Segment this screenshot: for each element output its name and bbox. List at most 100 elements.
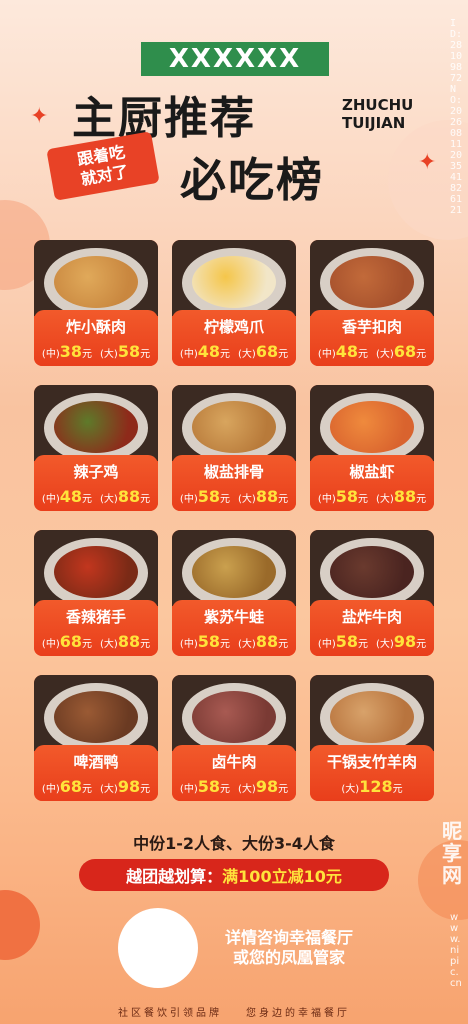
page-title: 主厨推荐 [72, 93, 256, 144]
dish-name: 紫苏牛蛙 [203, 608, 264, 626]
sparkle-icon: ✦ [30, 104, 49, 129]
price-mid: 68 [59, 777, 82, 796]
size-label-mid: (中) [41, 349, 60, 360]
price-unit: 元 [278, 494, 289, 505]
dish-card: 香芋扣肉 (中)48元 (大)68元 [310, 240, 434, 366]
size-label-large: (大) [341, 784, 360, 795]
dish-info: 椒盐排骨 (中)58元 (大)88元 [172, 455, 296, 511]
qr-code-placeholder [118, 908, 198, 988]
size-label-large: (大) [376, 494, 394, 505]
dish-card: 辣子鸡 (中)48元 (大)88元 [34, 385, 158, 511]
price-large: 68 [255, 342, 279, 361]
dish-name: 香辣猪手 [65, 608, 126, 626]
price-mid: 48 [59, 487, 82, 506]
size-label-mid: (中) [41, 494, 60, 505]
price-unit: 元 [358, 639, 368, 650]
size-label-large: (大) [238, 494, 256, 505]
dish-photo [310, 530, 434, 606]
price-row: (中)48元 (大)68元 [172, 342, 296, 361]
dish-card: 椒盐虾 (中)58元 (大)88元 [310, 385, 434, 511]
dish-grid: 炸小酥肉 (中)38元 (大)58元 柠檬鸡爪 (中)48元 (大)68元 香芋扣肉 (中)4… [34, 240, 434, 801]
watermark-brand: 昵享网 [442, 819, 462, 887]
size-label-mid: (中) [179, 349, 198, 360]
dish-info: 香芋扣肉 (中)48元 (大)68元 [310, 310, 434, 366]
dish-photo [34, 240, 158, 316]
watermark-id: ID:28109872 NO:20260811203541826121 [450, 18, 463, 216]
price-unit: 元 [278, 349, 289, 360]
serving-note: 中份1-2人食、大份3-4人食 [133, 834, 335, 853]
dish-info: 卤牛肉 (中)58元 (大)98元 [172, 745, 296, 801]
dish-info: 炸小酥肉 (中)38元 (大)58元 [34, 310, 158, 366]
dish-info: 香辣猪手 (中)68元 (大)88元 [34, 600, 158, 656]
dish-photo [34, 530, 158, 606]
price-mid: 58 [197, 632, 220, 651]
price-row: (中)58元 (大)88元 [310, 487, 434, 506]
contact-line: 详情咨询幸福餐厅 [224, 928, 353, 947]
price-row: (中)38元 (大)58元 [34, 342, 158, 361]
footer-right: 您身边的幸福餐厅 [246, 1008, 350, 1019]
dish-photo [172, 530, 296, 606]
price-unit: 元 [82, 494, 92, 505]
price-row: (中)68元 (大)88元 [34, 632, 158, 651]
footer-left: 社区餐饮引领品牌 [118, 1008, 222, 1019]
dish-info: 辣子鸡 (中)48元 (大)88元 [34, 455, 158, 511]
price-unit: 元 [220, 639, 230, 650]
dish-name: 辣子鸡 [73, 463, 119, 481]
size-label-mid: (中) [317, 639, 336, 650]
size-label-mid: (中) [179, 784, 198, 795]
size-label-large: (大) [100, 784, 118, 795]
promo-prefix: 越团越划算： [126, 867, 223, 886]
price-unit: 元 [140, 349, 151, 360]
size-label-mid: (中) [179, 639, 198, 650]
price-mid: 58 [335, 487, 358, 506]
dish-info: 椒盐虾 (中)58元 (大)88元 [310, 455, 434, 511]
size-label-large: (大) [376, 639, 394, 650]
dish-photo [310, 240, 434, 316]
dish-info: 啤酒鸭 (中)68元 (大)98元 [34, 745, 158, 801]
decor-circle [0, 890, 40, 960]
page-subtitle: 必吃榜 [180, 153, 324, 207]
size-label-mid: (中) [179, 494, 198, 505]
size-label-large: (大) [238, 349, 256, 360]
price-large: 88 [117, 487, 141, 506]
price-unit: 元 [82, 349, 92, 360]
title-pinyin-line: TUIJIAN [342, 114, 406, 132]
dish-photo [310, 385, 434, 461]
dish-name: 柠檬鸡爪 [203, 318, 264, 336]
price-mid: 68 [59, 632, 82, 651]
title-pinyin: ZHUCHU TUIJIAN [342, 96, 413, 132]
menu-poster: ✦ ✦ XXXXXX 主厨推荐 ZHUCHU TUIJIAN 跟着吃 就对了 必… [0, 0, 468, 1024]
price-unit: 元 [278, 784, 289, 795]
dish-card: 香辣猪手 (中)68元 (大)88元 [34, 530, 158, 656]
price-unit: 元 [392, 784, 403, 795]
dish-info: 盐炸牛肉 (中)58元 (大)98元 [310, 600, 434, 656]
dish-photo [34, 385, 158, 461]
price-unit: 元 [416, 639, 427, 650]
footer: 社区餐饮引领品牌 您身边的幸福餐厅 [0, 1004, 468, 1019]
title-pinyin-line: ZHUCHU [342, 96, 414, 114]
price-mid: 38 [59, 342, 82, 361]
size-label-large: (大) [238, 639, 256, 650]
slogan-badge: 跟着吃 就对了 [46, 131, 160, 201]
dish-photo [172, 385, 296, 461]
price-row: (中)68元 (大)98元 [34, 777, 158, 796]
promo-banner: 越团越划算： 满100立减10元 [79, 859, 389, 891]
dish-info: 柠檬鸡爪 (中)48元 (大)68元 [172, 310, 296, 366]
price-mid: 48 [335, 342, 358, 361]
price-row: (中)58元 (大)98元 [310, 632, 434, 651]
price-large: 68 [393, 342, 417, 361]
price-mid: 48 [197, 342, 220, 361]
price-unit: 元 [416, 494, 427, 505]
price-unit: 元 [220, 784, 230, 795]
dish-info: 紫苏牛蛙 (中)58元 (大)88元 [172, 600, 296, 656]
price-unit: 元 [220, 494, 230, 505]
price-unit: 元 [140, 494, 151, 505]
price-row: (大)128元 [310, 777, 434, 796]
price-unit: 元 [220, 349, 230, 360]
dish-card: 啤酒鸭 (中)68元 (大)98元 [34, 675, 158, 801]
price-large: 128 [359, 777, 393, 796]
size-label-large: (大) [100, 349, 118, 360]
dish-photo [34, 675, 158, 751]
price-large: 88 [117, 632, 141, 651]
dish-photo [172, 675, 296, 751]
